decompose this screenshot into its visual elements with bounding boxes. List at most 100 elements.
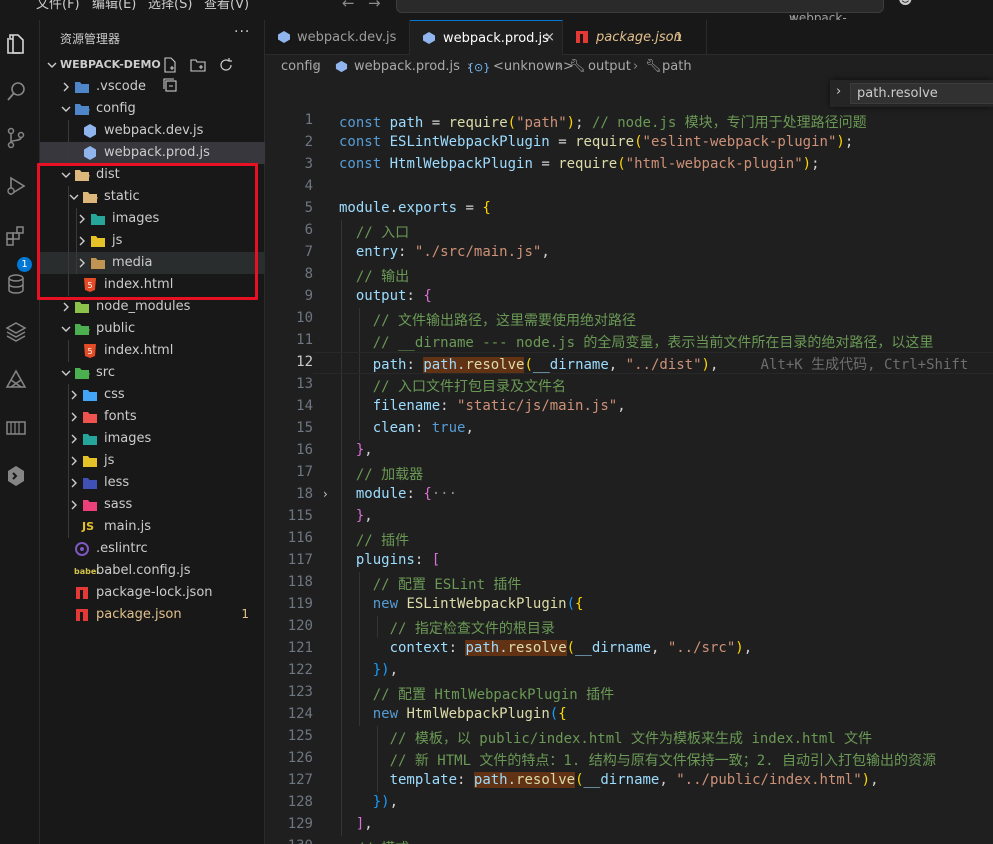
code-line: plugins: [ bbox=[355, 552, 441, 568]
search-icon[interactable] bbox=[4, 80, 28, 104]
inline-chat-hint: Alt+K 生成代码, Ctrl+Shift bbox=[718, 357, 969, 373]
tree-folder[interactable]: media bbox=[40, 252, 265, 274]
layers-icon[interactable] bbox=[4, 320, 28, 344]
forward-arrow-icon[interactable]: → bbox=[368, 0, 381, 12]
code-line: module.exports = { bbox=[339, 200, 491, 216]
tree-file[interactable]: babel babel.config.js bbox=[40, 560, 265, 582]
chevron-right-icon: › bbox=[633, 59, 639, 74]
indent-guide bbox=[68, 120, 69, 164]
breadcrumb-symbol-path[interactable]: path bbox=[662, 59, 692, 74]
explorer-icon[interactable] bbox=[4, 32, 28, 56]
tree-folder[interactable]: .vscode bbox=[40, 76, 265, 98]
find-input[interactable]: path.resolve bbox=[850, 83, 993, 104]
menu-edit[interactable]: 编辑(E) bbox=[92, 0, 136, 12]
folder-icon bbox=[82, 453, 98, 469]
tree-file[interactable]: webpack.dev.js bbox=[40, 120, 265, 142]
tree-file[interactable]: package-lock.json bbox=[40, 582, 265, 604]
tree-file[interactable]: .eslintrc bbox=[40, 538, 265, 560]
code-line: // 加载器 bbox=[355, 467, 424, 483]
breadcrumb-file[interactable]: webpack.prod.js bbox=[354, 59, 460, 74]
refresh-icon[interactable] bbox=[218, 57, 234, 73]
menu-more[interactable]: ··· bbox=[266, 0, 278, 8]
tree-item-label: js bbox=[104, 453, 115, 468]
tree-folder[interactable]: node_modules bbox=[40, 296, 265, 318]
webpack-file-icon bbox=[82, 123, 98, 139]
code-editor[interactable]: 1 const path = require("path"); // node.j… bbox=[265, 77, 993, 844]
close-tab-icon[interactable]: × bbox=[544, 30, 555, 45]
workspace-section-header[interactable]: WEBPACK-DEMO bbox=[40, 54, 265, 92]
tree-folder[interactable]: css bbox=[40, 384, 265, 406]
run-debug-icon[interactable] bbox=[4, 174, 28, 198]
tree-item-label: src bbox=[96, 365, 115, 380]
tree-folder[interactable]: static bbox=[40, 186, 265, 208]
tree-folder[interactable]: dist bbox=[40, 164, 265, 186]
menu-selection[interactable]: 选择(S) bbox=[148, 0, 192, 12]
tree-file[interactable]: package.json 1 bbox=[40, 604, 265, 626]
source-control-icon[interactable] bbox=[4, 126, 28, 150]
line-number: 12 bbox=[296, 354, 313, 370]
folder-open-icon bbox=[74, 365, 90, 381]
tree-folder[interactable]: js bbox=[40, 230, 265, 252]
line-number: 119 bbox=[287, 596, 313, 612]
database-icon[interactable] bbox=[4, 272, 28, 296]
extension-cube-icon[interactable] bbox=[4, 464, 28, 488]
folder-icon bbox=[74, 79, 90, 95]
breadcrumb-symbol-output[interactable]: output bbox=[588, 59, 631, 74]
code-line: }), bbox=[372, 794, 399, 810]
tree-item-label: index.html bbox=[104, 343, 174, 358]
chevron-right-icon bbox=[63, 82, 69, 92]
tree-folder[interactable]: images bbox=[40, 428, 265, 450]
tree-folder[interactable]: fonts bbox=[40, 406, 265, 428]
workspace-title: WEBPACK-DEMO bbox=[60, 58, 161, 71]
tree-file[interactable]: 5 index.html bbox=[40, 340, 265, 362]
extensions-icon[interactable] bbox=[4, 224, 28, 248]
new-file-icon[interactable] bbox=[162, 57, 178, 73]
folder-icon bbox=[82, 431, 98, 447]
workspace-name: webpack-demo bbox=[789, 11, 847, 20]
tree-item-label: css bbox=[104, 387, 125, 402]
tree-file[interactable]: 5 index.html bbox=[40, 274, 265, 296]
git-graph-icon[interactable] bbox=[4, 368, 28, 392]
code-line: filename: "static/js/main.js", bbox=[372, 398, 626, 414]
fold-chevron-icon[interactable]: › bbox=[323, 487, 328, 501]
new-folder-icon[interactable] bbox=[190, 57, 206, 73]
tree-item-label: images bbox=[112, 211, 160, 226]
tree-folder[interactable]: public bbox=[40, 318, 265, 340]
object-symbol-icon: {⊙} bbox=[467, 61, 491, 74]
tree-file[interactable]: JS main.js bbox=[40, 516, 265, 538]
problem-count: 1 bbox=[675, 30, 683, 44]
tree-folder[interactable]: less bbox=[40, 472, 265, 494]
tab-webpack-prod[interactable]: webpack.prod.js × bbox=[410, 20, 563, 55]
tab-webpack-dev[interactable]: webpack.dev.js bbox=[265, 20, 410, 55]
tree-item-label: fonts bbox=[104, 409, 137, 424]
menu-view[interactable]: 查看(V) bbox=[204, 0, 249, 12]
tree-file[interactable]: webpack.prod.js bbox=[40, 142, 265, 164]
command-center-search[interactable]: ⌕ webpack-demo bbox=[396, 0, 884, 20]
tree-folder[interactable]: src bbox=[40, 362, 265, 384]
tree-folder[interactable]: images bbox=[40, 208, 265, 230]
menu-file[interactable]: 文件(F) bbox=[36, 0, 80, 12]
tree-folder[interactable]: js bbox=[40, 450, 265, 472]
line-number: 118 bbox=[287, 574, 313, 590]
code-line: }, bbox=[355, 508, 373, 524]
tab-package-json[interactable]: package.json 1 bbox=[563, 20, 707, 55]
code-line: ], bbox=[355, 816, 373, 832]
code-line: const HtmlWebpackPlugin = require("html-… bbox=[339, 156, 820, 172]
tree-item-label: media bbox=[112, 255, 153, 270]
line-number: 7 bbox=[304, 244, 313, 260]
tree-folder[interactable]: sass bbox=[40, 494, 265, 516]
line-number: 115 bbox=[287, 508, 313, 524]
find-input-value: path.resolve bbox=[857, 86, 938, 101]
copilot-icon[interactable]: ☻ bbox=[898, 0, 913, 8]
remote-icon[interactable] bbox=[4, 416, 28, 440]
line-number: 18 bbox=[296, 486, 313, 502]
tree-item-label: index.html bbox=[104, 277, 174, 292]
folder-open-icon bbox=[74, 101, 90, 117]
indent-guide bbox=[76, 208, 77, 274]
chevron-right-icon bbox=[71, 500, 77, 510]
js-file-icon: JS bbox=[82, 520, 95, 533]
toggle-replace-icon[interactable]: › bbox=[836, 84, 841, 99]
back-arrow-icon[interactable]: ← bbox=[342, 0, 355, 12]
tree-folder[interactable]: config bbox=[40, 98, 265, 120]
explorer-more-button[interactable]: ··· bbox=[234, 24, 250, 40]
